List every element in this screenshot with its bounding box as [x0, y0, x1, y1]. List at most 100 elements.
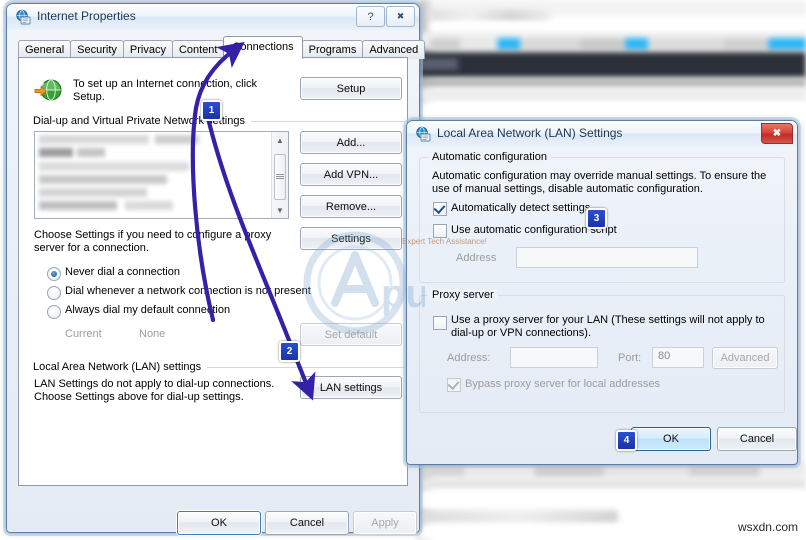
- internet-properties-cancel-label: Cancel: [289, 517, 325, 529]
- step-badge-2-number: 2: [286, 346, 293, 357]
- tab-content-label: Content: [178, 44, 218, 56]
- dialup-header-divider: [250, 120, 405, 122]
- scroll-down-icon[interactable]: ▼: [272, 202, 288, 218]
- lan-hint-line2: Choose Settings above for dial-up settin…: [34, 391, 244, 403]
- tab-programs-label: Programs: [308, 44, 357, 56]
- radio-dial-whenever[interactable]: [47, 286, 61, 300]
- remove-button[interactable]: Remove...: [300, 195, 402, 218]
- internet-properties-dialog: Internet Properties ? ✖ General Security…: [6, 3, 426, 535]
- automatically-detect-settings-checkbox[interactable]: [433, 202, 447, 216]
- radio-never-dial[interactable]: [47, 267, 61, 281]
- tab-connections[interactable]: Connections: [223, 36, 303, 59]
- add-button-label: Add...: [336, 136, 366, 149]
- automatic-configuration-title: Automatic configuration: [428, 151, 551, 163]
- current-label: Current: [65, 328, 102, 340]
- set-default-button: Set default: [300, 323, 402, 346]
- globe-arrow-icon: [34, 79, 62, 101]
- step-badge-4-number: 4: [623, 435, 630, 446]
- tab-advanced-label: Advanced: [369, 44, 419, 56]
- lan-hint-line1: LAN Settings do not apply to dial-up con…: [34, 378, 275, 390]
- step-badge-1-number: 1: [208, 105, 215, 116]
- set-default-button-label: Set default: [324, 328, 378, 341]
- connections-listbox[interactable]: ▲ ▼: [34, 131, 289, 219]
- radio-never-dial-label: Never dial a connection: [65, 266, 180, 278]
- proxy-hint-line2: server for a connection.: [34, 242, 149, 254]
- proxy-port-label: Port:: [618, 352, 642, 364]
- radio-dial-whenever-label: Dial whenever a network connection is no…: [65, 285, 311, 297]
- lan-settings-close-button[interactable]: ✖: [761, 123, 793, 144]
- lan-settings-title: Local Area Network (LAN) Settings: [437, 126, 623, 140]
- close-icon: ✖: [772, 128, 782, 139]
- lan-settings-button[interactable]: LAN settings: [300, 376, 402, 399]
- tab-strip: General Security Privacy Content Connect…: [18, 36, 426, 59]
- internet-properties-title: Internet Properties: [37, 9, 136, 23]
- auto-config-description-line2: use of manual settings, disable automati…: [432, 183, 703, 195]
- lan-section-header: Local Area Network (LAN) settings: [33, 361, 405, 373]
- internet-properties-apply-button: Apply: [353, 511, 417, 535]
- setup-description-line2: Setup.: [73, 91, 105, 103]
- current-value: None: [139, 328, 166, 340]
- add-vpn-button[interactable]: Add VPN...: [300, 163, 402, 186]
- setup-description-line1: To set up an Internet connection, click: [73, 78, 258, 90]
- lan-settings-button-label: LAN settings: [319, 381, 383, 394]
- step-badge-3-number: 3: [593, 213, 600, 224]
- auto-config-address-label: Address: [456, 252, 497, 264]
- radio-always-dial-label: Always dial my default connection: [65, 304, 231, 316]
- appuals-tagline-watermark: Expert Tech Assistance!: [402, 237, 487, 246]
- radio-always-dial[interactable]: [47, 305, 61, 319]
- help-button[interactable]: ?: [356, 6, 385, 27]
- lan-ok-button[interactable]: OK: [631, 427, 711, 451]
- internet-properties-icon: [16, 9, 31, 25]
- lan-header-divider: [207, 366, 405, 368]
- use-automatic-configuration-script-checkbox[interactable]: [433, 224, 447, 238]
- tab-connections-label: Connections: [232, 41, 294, 53]
- lan-settings-icon: [416, 126, 431, 142]
- tab-general-label: General: [25, 44, 65, 56]
- scroll-up-icon[interactable]: ▲: [272, 132, 288, 148]
- lan-cancel-label: Cancel: [739, 433, 775, 445]
- step-badge-3: 3: [586, 208, 607, 229]
- remove-button-label: Remove...: [325, 200, 377, 213]
- step-badge-1: 1: [201, 100, 222, 121]
- internet-properties-cancel-button[interactable]: Cancel: [265, 511, 349, 535]
- scrollbar-grip-icon: [276, 174, 284, 180]
- internet-properties-ok-button[interactable]: OK: [177, 511, 261, 535]
- use-proxy-server-checkbox[interactable]: [433, 316, 447, 330]
- lan-settings-dialog: Local Area Network (LAN) Settings ✖ Auto…: [406, 120, 798, 465]
- settings-button-label: Settings: [331, 232, 371, 245]
- use-proxy-server-label-line2: dial-up or VPN connections).: [451, 327, 592, 339]
- bottom-watermark: wsxdn.com: [737, 520, 798, 534]
- settings-button[interactable]: Settings: [300, 227, 402, 250]
- add-vpn-button-label: Add VPN...: [323, 168, 379, 181]
- lan-settings-caption-buttons: ✖: [761, 123, 793, 144]
- setup-button-label: Setup: [336, 82, 366, 95]
- lan-settings-body: Automatic configuration Automatic config…: [407, 147, 797, 464]
- tab-security-label: Security: [77, 44, 117, 56]
- use-proxy-server-label-line1: Use a proxy server for your LAN (These s…: [451, 314, 765, 326]
- help-icon: ?: [367, 10, 374, 23]
- bypass-proxy-label: Bypass proxy server for local addresses: [465, 378, 661, 390]
- proxy-server-title: Proxy server: [428, 289, 498, 301]
- internet-properties-caption-buttons: ? ✖: [356, 6, 415, 27]
- bypass-proxy-checkbox: [447, 378, 461, 392]
- proxy-advanced-label: Advanced: [720, 352, 770, 364]
- proxy-port-value: 80: [658, 350, 671, 362]
- step-badge-2: 2: [279, 341, 300, 362]
- lan-section-header-label: Local Area Network (LAN) settings: [33, 361, 202, 373]
- add-button[interactable]: Add...: [300, 131, 402, 154]
- proxy-server-group: Proxy server Use a proxy server for your…: [419, 289, 785, 413]
- proxy-port-field[interactable]: 80: [652, 347, 704, 368]
- auto-config-address-field[interactable]: [516, 247, 698, 268]
- internet-properties-apply-label: Apply: [371, 517, 399, 529]
- close-button[interactable]: ✖: [386, 6, 415, 27]
- lan-settings-titlebar[interactable]: Local Area Network (LAN) Settings ✖: [407, 121, 797, 147]
- lan-ok-label: OK: [663, 433, 679, 445]
- proxy-address-field[interactable]: [510, 347, 598, 368]
- scrollbar-thumb[interactable]: [274, 154, 286, 200]
- setup-button[interactable]: Setup: [300, 77, 402, 100]
- lan-cancel-button[interactable]: Cancel: [717, 427, 797, 451]
- internet-properties-titlebar[interactable]: Internet Properties ? ✖: [7, 4, 419, 30]
- connections-listbox-scrollbar[interactable]: ▲ ▼: [271, 132, 288, 218]
- step-badge-4: 4: [616, 430, 637, 451]
- internet-properties-ok-label: OK: [211, 517, 227, 529]
